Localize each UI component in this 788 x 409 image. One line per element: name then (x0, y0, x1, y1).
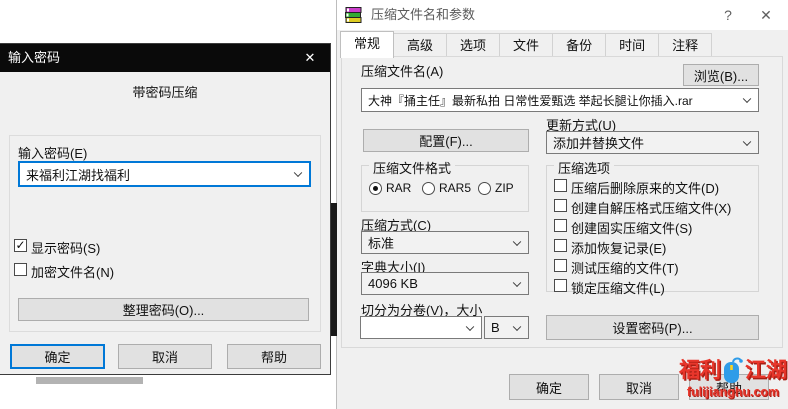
chevron-down-icon (513, 237, 521, 245)
chevron-down-icon (743, 137, 751, 145)
profiles-button[interactable]: 配置(F)... (363, 129, 529, 152)
radio-rar5-label: RAR5 (439, 181, 471, 195)
split-unit-dropdown[interactable]: B (484, 316, 529, 339)
chevron-down-icon (513, 322, 521, 330)
split-unit-value: B (491, 320, 500, 335)
watermark-url: fulijianghu.com (679, 385, 787, 399)
archive-dialog-titlebar: 压缩文件名和参数 ? ✕ (337, 0, 788, 30)
browse-button[interactable]: 浏览(B)... (683, 64, 759, 86)
archive-name-input[interactable] (368, 93, 738, 107)
radio-rar-label: RAR (386, 181, 411, 195)
checkbox-show-password-label: 显示密码(S) (31, 238, 100, 257)
tab-general[interactable]: 常规 (340, 31, 394, 58)
set-password-button[interactable]: 设置密码(P)... (546, 315, 759, 340)
checkbox-encrypt-names-label: 加密文件名(N) (31, 262, 114, 281)
dictionary-size-value: 4096 KB (368, 276, 418, 291)
check-icon: ✓ (15, 238, 25, 252)
archive-name-combobox[interactable] (361, 88, 759, 112)
update-mode-value: 添加并替换文件 (553, 133, 644, 152)
checkbox-recovery-record[interactable] (554, 239, 567, 252)
compression-method-value: 标准 (368, 233, 394, 252)
archive-dialog-title: 压缩文件名和参数 (371, 0, 475, 30)
checkbox-delete-after-label: 压缩后删除原来的文件(D) (571, 178, 719, 197)
checkbox-sfx-label: 创建自解压格式压缩文件(X) (571, 198, 731, 217)
watermark-text-left: 福利 (679, 359, 721, 383)
chevron-down-icon[interactable] (294, 169, 302, 177)
tab-options[interactable]: 选项 (446, 33, 500, 57)
dictionary-size-dropdown[interactable]: 4096 KB (361, 272, 529, 295)
compression-method-dropdown[interactable]: 标准 (361, 231, 529, 254)
chevron-down-icon (513, 278, 521, 286)
tab-advanced[interactable]: 高级 (393, 33, 447, 57)
tab-time[interactable]: 时间 (605, 33, 659, 57)
archive-ok-button[interactable]: 确定 (509, 374, 589, 400)
radio-rar[interactable] (369, 182, 382, 195)
chevron-down-icon[interactable] (466, 322, 474, 330)
archive-dialog: 压缩文件名和参数 ? ✕ 常规 高级 选项 文件 备份 时间 注释 压缩文件名(… (336, 0, 788, 409)
checkbox-solid-label: 创建固实压缩文件(S) (571, 218, 692, 237)
password-ok-button[interactable]: 确定 (10, 344, 105, 369)
archive-name-label: 压缩文件名(A) (361, 61, 443, 80)
tab-comment[interactable]: 注释 (658, 33, 712, 57)
close-icon[interactable]: ✕ (749, 0, 783, 30)
organize-passwords-button[interactable]: 整理密码(O)... (18, 298, 309, 321)
watermark-text-right: 江湖 (745, 359, 787, 383)
radio-zip-label: ZIP (495, 181, 514, 195)
checkbox-sfx[interactable] (554, 199, 567, 212)
background-window-shadow (36, 377, 143, 384)
password-dialog-titlebar: 输入密码 ✕ (0, 44, 330, 72)
radio-zip[interactable] (478, 182, 491, 195)
chevron-down-icon[interactable] (743, 95, 751, 103)
archive-cancel-button[interactable]: 取消 (599, 374, 679, 400)
update-mode-dropdown[interactable]: 添加并替换文件 (546, 131, 759, 154)
checkbox-solid[interactable] (554, 219, 567, 232)
tab-backup[interactable]: 备份 (552, 33, 606, 57)
checkbox-test-files[interactable] (554, 259, 567, 272)
tab-files[interactable]: 文件 (499, 33, 553, 57)
checkbox-recovery-record-label: 添加恢复记录(E) (571, 238, 666, 257)
checkbox-delete-after[interactable] (554, 179, 567, 192)
password-cancel-button[interactable]: 取消 (118, 344, 212, 369)
password-dialog-title: 输入密码 (8, 44, 60, 72)
radio-rar5[interactable] (422, 182, 435, 195)
winrar-books-icon (345, 7, 362, 24)
checkbox-encrypt-names[interactable] (14, 263, 27, 276)
watermark: 福利 江湖 fulijianghu.com (679, 357, 787, 399)
mouse-icon (722, 357, 744, 384)
checkbox-lock-archive[interactable] (554, 279, 567, 292)
archive-format-group-label: 压缩文件格式 (369, 158, 455, 177)
checkbox-show-password[interactable]: ✓ (14, 239, 27, 252)
split-volumes-input[interactable] (367, 321, 461, 335)
tab-strip: 常规 高级 选项 文件 备份 时间 注释 (341, 33, 712, 58)
watermark-row: 福利 江湖 (679, 357, 787, 384)
password-field-label: 输入密码(E) (18, 143, 87, 162)
split-volumes-combobox[interactable] (360, 316, 482, 339)
password-heading: 带密码压缩 (0, 82, 330, 101)
password-input[interactable] (26, 167, 289, 182)
close-icon[interactable]: ✕ (290, 44, 330, 72)
checkbox-test-files-label: 测试压缩的文件(T) (571, 258, 679, 277)
password-help-button[interactable]: 帮助 (227, 344, 321, 369)
password-combobox[interactable] (18, 161, 311, 187)
archiving-options-group-label: 压缩选项 (554, 158, 614, 177)
help-caption-button[interactable]: ? (711, 0, 745, 30)
password-dialog: 输入密码 ✕ 带密码压缩 输入密码(E) ✓ 显示密码(S) 加密文件名(N) … (0, 43, 331, 375)
checkbox-lock-archive-label: 锁定压缩文件(L) (571, 278, 665, 297)
